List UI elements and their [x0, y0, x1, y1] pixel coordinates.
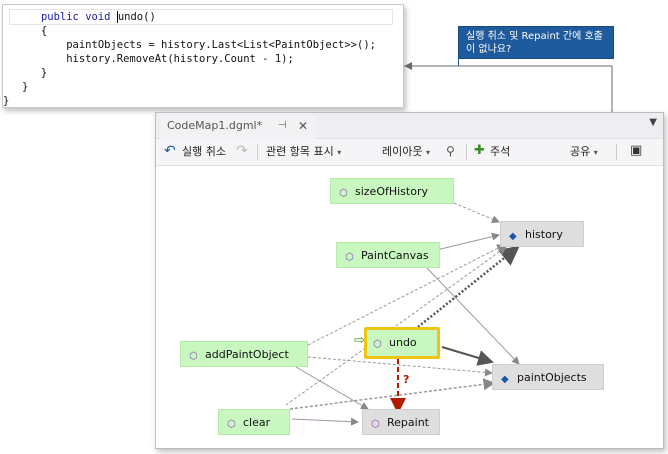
- edge: [295, 366, 369, 410]
- method-icon: ⬡: [345, 252, 354, 263]
- comment-button[interactable]: 주석: [490, 144, 510, 160]
- add-comment-icon[interactable]: ✚: [474, 143, 485, 159]
- field-icon: ◆: [509, 231, 517, 242]
- code-line-3: paintObjects = history.Last<List<PaintOb…: [3, 39, 376, 51]
- method-icon: ⬡: [371, 419, 380, 430]
- toolbar-separator: [466, 144, 467, 160]
- node-Repaint[interactable]: ⬡ Repaint: [362, 409, 440, 435]
- share-button[interactable]: 공유 ▾: [570, 144, 598, 161]
- edge: [441, 346, 494, 366]
- code-line-4: history.RemoveAt(history.Count - 1);: [3, 53, 294, 65]
- code-line-1: public void undo(): [40, 11, 156, 23]
- layout-button[interactable]: 레이아웃 ▾: [382, 144, 430, 161]
- comment-callout[interactable]: 실행 취소 및 Repaint 간에 호출이 없나요?: [458, 26, 614, 59]
- node-sizeOfHistory[interactable]: ⬡ sizeOfHistory: [330, 178, 454, 204]
- toolbar-separator: [616, 144, 617, 160]
- fit-to-window-icon[interactable]: ▣: [630, 143, 642, 159]
- show-related-button[interactable]: 관련 항목 표시 ▾: [266, 144, 341, 161]
- edge: [453, 202, 500, 223]
- toolbar-separator: [257, 144, 258, 160]
- method-icon: ⬡: [373, 339, 382, 350]
- callout-text: 실행 취소 및 Repaint 간에 호출이 없나요?: [466, 31, 603, 55]
- edge: [289, 378, 496, 410]
- node-addPaintObject[interactable]: ⬡ addPaintObject: [180, 341, 308, 367]
- code-line-2: {: [3, 25, 48, 37]
- tab-title: CodeMap1.dgml*: [167, 119, 263, 132]
- tab-codemap1[interactable]: CodeMap1.dgml* ⊣ ✕: [160, 115, 316, 139]
- map-canvas[interactable]: ? ⬡ sizeOfHistory ◆ history ⬡ PaintCanvas ⇨…: [156, 167, 663, 449]
- undo-button[interactable]: 실행 취소: [182, 144, 226, 160]
- code-line-7: }: [3, 95, 10, 107]
- method-name: undo: [116, 11, 144, 23]
- method-icon: ⬡: [189, 351, 198, 362]
- code-line-5: }: [3, 67, 48, 79]
- edge: [307, 356, 493, 377]
- pin-icon[interactable]: ⊣: [278, 115, 287, 137]
- node-paintObjects[interactable]: ◆ paintObjects: [492, 364, 604, 390]
- edge: [291, 417, 359, 426]
- code-editor[interactable]: public void undo() { paintObjects = hist…: [2, 4, 404, 108]
- toolbar: ↶ 실행 취소 ↷ 관련 항목 표시 ▾ 레이아웃 ▾ ⚲ ✚ 주석 공유 ▾ …: [156, 139, 663, 166]
- edge: [285, 246, 507, 406]
- tab-bar: CodeMap1.dgml* ⊣ ✕ ▼: [156, 113, 663, 139]
- node-PaintCanvas[interactable]: ⬡ PaintCanvas: [336, 242, 440, 268]
- node-undo[interactable]: ⬡ undo: [364, 327, 440, 359]
- node-clear[interactable]: ⬡ clear: [218, 409, 290, 435]
- field-icon: ◆: [501, 374, 509, 385]
- redo-icon[interactable]: ↷: [236, 143, 248, 159]
- method-icon: ⬡: [227, 419, 236, 430]
- find-icon[interactable]: ⚲: [446, 143, 455, 159]
- chevron-down-icon[interactable]: ▼: [649, 117, 657, 128]
- question-edge-label: ?: [403, 373, 409, 386]
- code-line-6: }: [3, 81, 29, 93]
- node-history[interactable]: ◆ history: [500, 221, 584, 247]
- close-icon[interactable]: ✕: [298, 115, 308, 137]
- code-map-window: CodeMap1.dgml* ⊣ ✕ ▼ ↶ 실행 취소 ↷ 관련 항목 표시 …: [155, 112, 664, 449]
- method-icon: ⬡: [339, 188, 348, 199]
- callout-tail: [458, 58, 459, 66]
- undo-icon[interactable]: ↶: [164, 143, 176, 159]
- graph-edges: ?: [285, 202, 520, 426]
